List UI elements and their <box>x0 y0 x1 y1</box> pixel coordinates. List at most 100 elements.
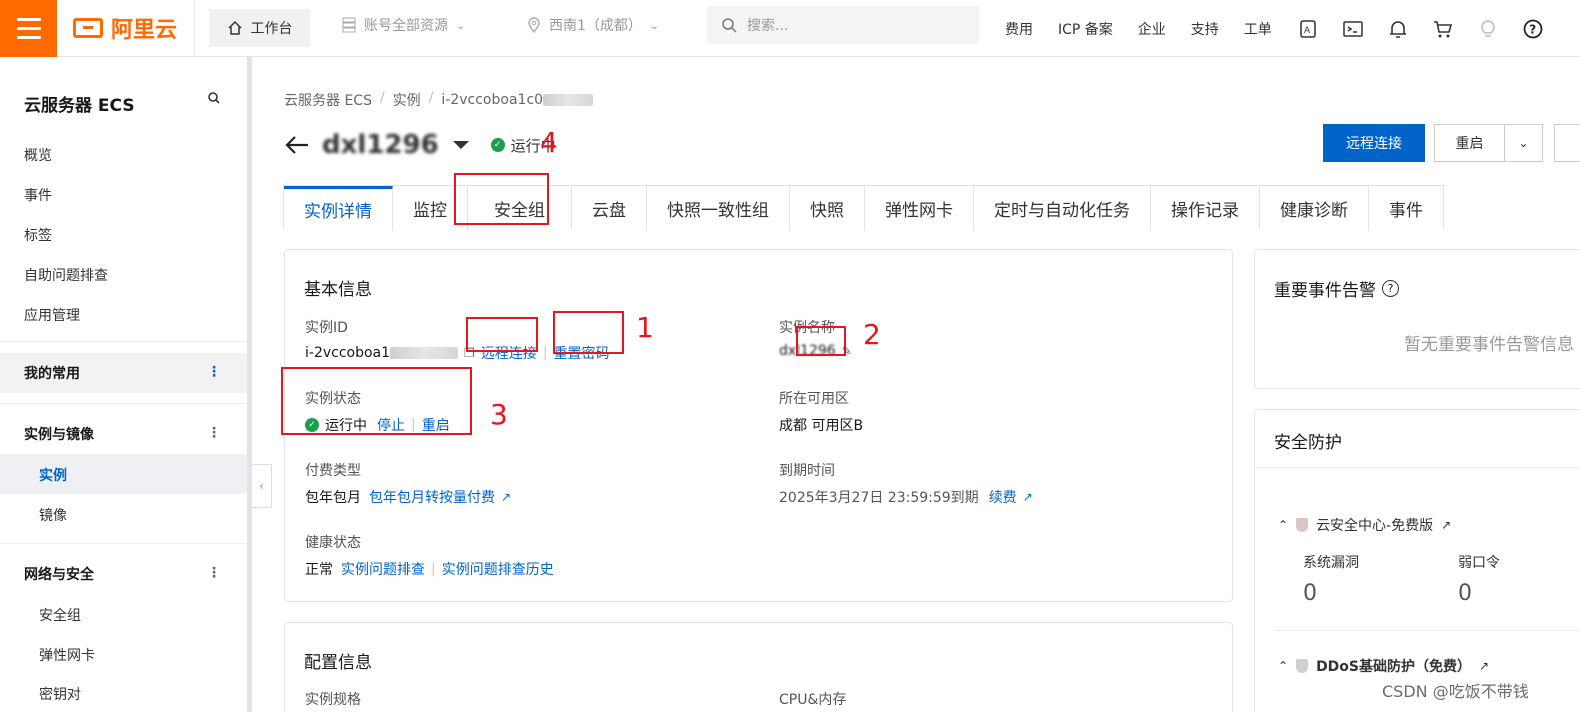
sidebar-group-favorites-label: 我的常用 <box>24 366 80 382</box>
sidebar-item-image[interactable]: 镜像 <box>39 505 67 525</box>
tab-snapshot-consistency-group[interactable]: 快照一致性组 <box>647 186 790 230</box>
billing-convert-link[interactable]: 包年包月转按量付费 <box>369 487 495 507</box>
basic-info-title: 基本信息 <box>304 280 372 300</box>
chevron-up-icon[interactable]: ⌃ <box>1278 659 1288 673</box>
global-search-input[interactable]: 搜索... <box>707 6 979 44</box>
sidebar-search-icon[interactable] <box>207 91 221 109</box>
sidebar-item-overview[interactable]: 概览 <box>24 145 52 165</box>
search-icon <box>722 18 737 33</box>
nav-enterprise[interactable]: 企业 <box>1138 19 1166 39</box>
sidebar-item-eni[interactable]: 弹性网卡 <box>39 645 95 665</box>
question-circle-icon[interactable]: ? <box>1382 280 1399 297</box>
watermark: CSDN @吃饭不带钱 <box>1382 682 1529 701</box>
cart-icon[interactable] <box>1432 18 1454 40</box>
help-icon[interactable]: ? <box>1522 18 1544 40</box>
tab-eni[interactable]: 弹性网卡 <box>865 186 974 230</box>
tab-operation-log[interactable]: 操作记录 <box>1151 186 1260 230</box>
tab-instance-details[interactable]: 实例详情 <box>284 186 393 230</box>
sidebar-item-instance[interactable]: 实例 <box>39 465 67 485</box>
nav-support[interactable]: 支持 <box>1191 19 1219 39</box>
alerts-card <box>1254 249 1580 389</box>
collapse-sidebar-toggle[interactable]: ‹ <box>252 464 272 508</box>
aliyun-logo[interactable]: 阿里云 <box>57 0 195 57</box>
tab-snapshot[interactable]: 快照 <box>790 186 865 230</box>
security-center-label: 云安全中心-免费版 <box>1316 518 1434 534</box>
tab-cloud-disk[interactable]: 云盘 <box>572 186 647 230</box>
database-icon <box>342 17 356 33</box>
annotation-box-3 <box>281 367 472 435</box>
sidebar-divider <box>0 543 247 544</box>
breadcrumb-separator: / <box>379 90 385 106</box>
caret-down-icon[interactable] <box>452 141 469 149</box>
instance-name: dxl1296 <box>322 130 439 160</box>
sidebar-divider <box>0 341 247 342</box>
bell-icon[interactable] <box>1387 18 1409 40</box>
breadcrumb-instances[interactable]: 实例 <box>393 90 421 110</box>
top-navbar: 阿里云 工作台 账号全部资源 ⌄ 西南1（成都） ⌄ 搜索... 费用 ICP … <box>0 0 1580 57</box>
vuln-value[interactable]: 0 <box>1303 581 1317 606</box>
external-link-icon[interactable]: ↗ <box>1441 518 1451 532</box>
tab-events[interactable]: 事件 <box>1369 186 1443 230</box>
hamburger-menu-icon[interactable] <box>0 0 57 57</box>
sidebar-item-tags[interactable]: 标签 <box>24 225 52 245</box>
billing-type-value: 包年包月 <box>305 490 361 506</box>
troubleshoot-link[interactable]: 实例问题排查 <box>341 559 425 579</box>
nav-ticket[interactable]: 工单 <box>1244 19 1272 39</box>
external-link-icon[interactable]: ↗ <box>501 490 511 504</box>
more-actions-dropdown[interactable]: ⌄ <box>1504 124 1543 162</box>
sidebar-group-instances[interactable]: 实例与镜像 ⋮ <box>0 414 247 454</box>
account-resources-select[interactable]: 账号全部资源 ⌄ <box>342 6 465 44</box>
security-center-row[interactable]: ⌃ 云安全中心-免费版 ↗ <box>1278 515 1451 535</box>
terminal-icon[interactable] <box>1342 18 1364 40</box>
divider: | <box>542 345 548 361</box>
remote-connect-button[interactable]: 远程连接 <box>1323 124 1425 162</box>
more-vertical-icon[interactable]: ⋮ <box>207 426 221 440</box>
annotation-number-4: 4 <box>540 126 558 159</box>
external-link-icon[interactable]: ↗ <box>1479 659 1489 673</box>
location-pin-icon <box>528 17 540 33</box>
sidebar-group-favorites[interactable]: 我的常用 ⋮ <box>0 353 247 393</box>
more-vertical-icon[interactable]: ⋮ <box>207 566 221 580</box>
chevron-down-icon: ⌄ <box>456 18 466 32</box>
more-vertical-icon[interactable]: ⋮ <box>207 365 221 379</box>
alerts-empty: 暂无重要事件告警信息 <box>1404 335 1574 355</box>
nav-billing[interactable]: 费用 <box>1005 19 1033 39</box>
nav-icp[interactable]: ICP 备案 <box>1058 19 1113 39</box>
zone-value: 成都 可用区B <box>779 418 864 434</box>
health-status-row: 正常 实例问题排查 | 实例问题排查历史 <box>305 559 554 579</box>
health-status-value: 正常 <box>305 562 333 578</box>
account-resources-label: 账号全部资源 <box>364 18 448 34</box>
sidebar-title: 云服务器 ECS <box>24 96 135 116</box>
aliyun-logo-icon <box>73 18 103 38</box>
back-arrow-icon[interactable] <box>284 132 310 158</box>
region-select[interactable]: 西南1（成都） ⌄ <box>527 6 659 44</box>
sidebar-group-network[interactable]: 网络与安全 ⋮ <box>0 554 247 594</box>
annotation-box-1 <box>553 311 624 354</box>
tab-health-diagnosis[interactable]: 健康诊断 <box>1260 186 1369 230</box>
troubleshoot-history-link[interactable]: 实例问题排查历史 <box>442 559 554 579</box>
extra-action-button[interactable] <box>1554 124 1580 162</box>
renew-link[interactable]: 续费 <box>989 487 1017 507</box>
lightbulb-icon[interactable] <box>1477 18 1499 40</box>
sidebar-item-security-group[interactable]: 安全组 <box>39 605 81 625</box>
instance-spec-label: 实例规格 <box>305 692 361 708</box>
api-icon[interactable]: A <box>1297 18 1319 40</box>
sidebar-item-self-troubleshoot[interactable]: 自助问题排查 <box>24 265 108 285</box>
logo-text: 阿里云 <box>111 18 178 43</box>
sidebar-item-app-management[interactable]: 应用管理 <box>24 305 80 325</box>
ddos-row[interactable]: ⌃ DDoS基础防护（免费） ↗ <box>1278 656 1489 676</box>
sidebar-item-keypair[interactable]: 密钥对 <box>39 684 81 704</box>
sidebar-item-events[interactable]: 事件 <box>24 185 52 205</box>
chevron-up-icon[interactable]: ⌃ <box>1278 518 1288 532</box>
breadcrumb-ecs[interactable]: 云服务器 ECS <box>284 90 372 110</box>
security-title: 安全防护 <box>1274 433 1342 453</box>
workbench-button[interactable]: 工作台 <box>209 9 310 47</box>
tab-scheduled-tasks[interactable]: 定时与自动化任务 <box>974 186 1151 230</box>
reboot-button[interactable]: 重启 <box>1434 124 1505 162</box>
external-link-icon[interactable]: ↗ <box>1023 490 1033 504</box>
sidebar-item-instance-active-bg <box>0 454 247 494</box>
breadcrumb-current: i-2vccoboa1c0 <box>441 90 594 110</box>
zone-label: 所在可用区 <box>779 391 849 407</box>
weak-password-value[interactable]: 0 <box>1458 581 1472 606</box>
expire-row: 2025年3月27日 23:59:59到期 续费 ↗ <box>779 487 1033 507</box>
